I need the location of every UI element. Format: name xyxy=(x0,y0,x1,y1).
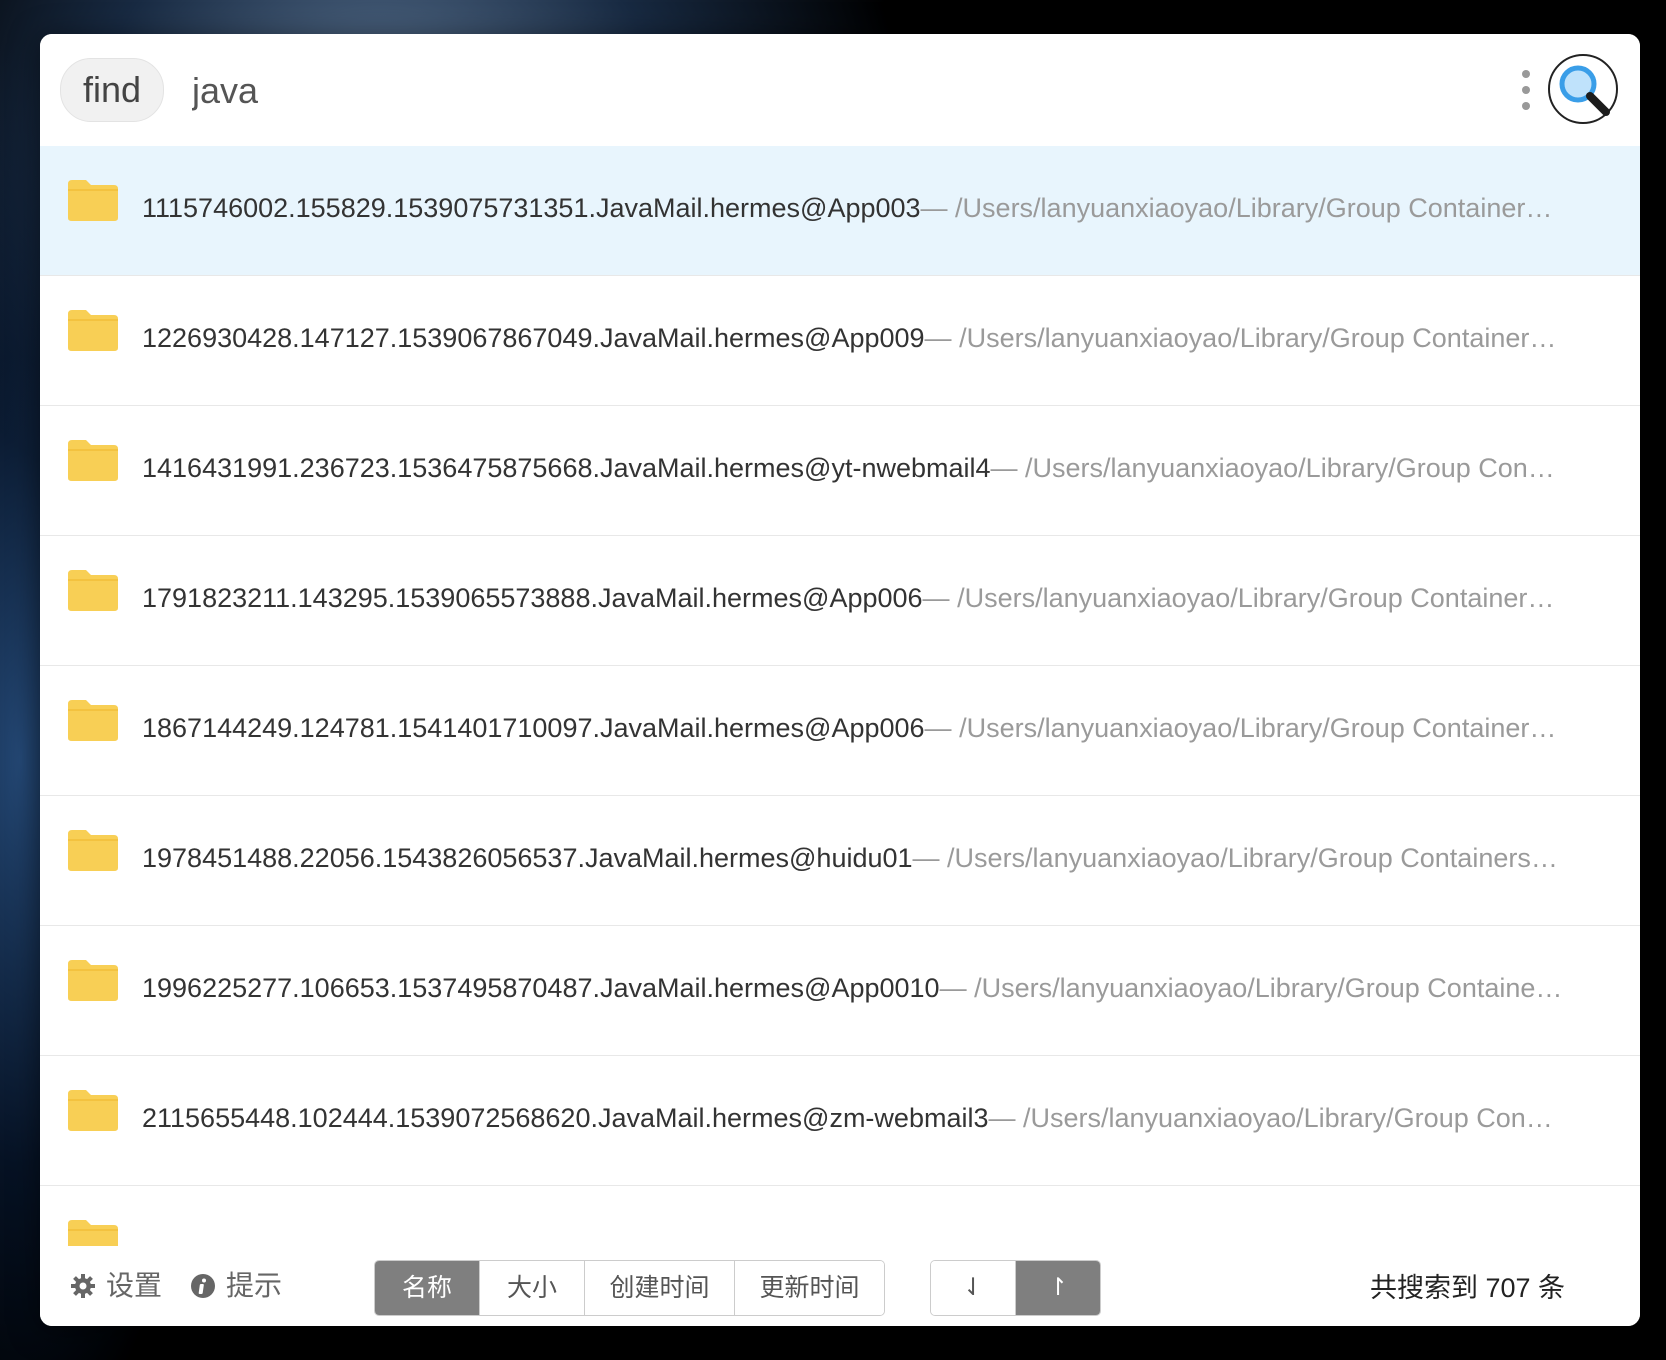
file-separator: — xyxy=(939,973,975,1003)
result-row[interactable]: 1867144249.124781.1541401710097.JavaMail… xyxy=(40,666,1640,796)
search-bar: find xyxy=(40,34,1640,147)
file-path: /Users/lanyuanxiaoyao/Library/Group Cont… xyxy=(959,323,1557,353)
result-row[interactable]: 2115655448.102444.1539072568620.JavaMail… xyxy=(40,1056,1640,1186)
info-icon xyxy=(191,1274,215,1298)
settings-button[interactable]: 设置 xyxy=(70,1266,162,1306)
file-name: 1416431991.236723.1536475875668.JavaMail… xyxy=(142,453,991,483)
file-name: 1791823211.143295.1539065573888.JavaMail… xyxy=(142,583,923,613)
search-input[interactable] xyxy=(190,64,1394,118)
file-path: /Users/lanyuanxiaoyao/Library/Group Con… xyxy=(1025,453,1555,483)
sort-ascending-button[interactable]: ↾ xyxy=(1016,1261,1100,1315)
file-name: 1996225277.106653.1537495870487.JavaMail… xyxy=(142,973,940,1003)
file-name: 1226930428.147127.1539067867049.JavaMail… xyxy=(142,323,925,353)
result-row[interactable]: 1226930428.147127.1539067867049.JavaMail… xyxy=(40,276,1640,406)
result-row[interactable]: 1115746002.155829.1539075731351.JavaMail… xyxy=(40,146,1640,276)
folder-icon xyxy=(68,180,118,221)
tips-label: 提示 xyxy=(226,1270,283,1301)
file-separator: — xyxy=(924,713,960,743)
result-count: 共搜索到 707 条 xyxy=(1370,1273,1566,1303)
find-mode-chip[interactable]: find xyxy=(60,58,165,122)
result-text: 1978451488.22056.1543826056537.JavaMail.… xyxy=(142,838,1640,878)
results-list: 1115746002.155829.1539075731351.JavaMail… xyxy=(40,146,1640,1276)
file-path: /Users/lanyuanxiaoyao/Library/Group Cont… xyxy=(957,583,1555,613)
file-separator: — xyxy=(912,843,948,873)
search-window: find 1115746002.155829.1539075731351.Jav… xyxy=(40,34,1640,1326)
file-name: 1978451488.22056.1543826056537.JavaMail.… xyxy=(142,843,913,873)
search-button[interactable] xyxy=(1548,54,1618,124)
settings-label: 设置 xyxy=(106,1270,163,1301)
folder-icon xyxy=(68,1090,118,1131)
file-separator: — xyxy=(924,323,960,353)
file-name: 1115746002.155829.1539075731351.JavaMail… xyxy=(142,193,921,223)
sort-by-updated-button[interactable]: 更新时间 xyxy=(735,1261,884,1315)
result-text: 2115655448.102444.1539072568620.JavaMail… xyxy=(142,1098,1640,1138)
result-row[interactable]: 1978451488.22056.1543826056537.JavaMail.… xyxy=(40,796,1640,926)
folder-icon xyxy=(68,310,118,351)
result-row[interactable]: 1996225277.106653.1537495870487.JavaMail… xyxy=(40,926,1640,1056)
result-text: 1226930428.147127.1539067867049.JavaMail… xyxy=(142,318,1640,358)
file-separator: — xyxy=(988,1103,1023,1133)
result-text: 1996225277.106653.1537495870487.JavaMail… xyxy=(142,968,1640,1008)
result-row[interactable]: 1416431991.236723.1536475875668.JavaMail… xyxy=(40,406,1640,536)
file-name: 2115655448.102444.1539072568620.JavaMail… xyxy=(142,1103,989,1133)
result-text: 1791823211.143295.1539065573888.JavaMail… xyxy=(142,578,1640,618)
result-text: 1867144249.124781.1541401710097.JavaMail… xyxy=(142,708,1640,748)
gear-icon xyxy=(71,1274,95,1298)
sort-by-size-button[interactable]: 大小 xyxy=(480,1261,585,1315)
folder-icon xyxy=(68,440,118,481)
sort-descending-button[interactable]: ⇃ xyxy=(931,1261,1016,1315)
folder-icon xyxy=(68,570,118,611)
sort-order-selector: ⇃ ↾ xyxy=(930,1260,1101,1316)
file-path: /Users/lanyuanxiaoyao/Library/Group Cont… xyxy=(959,713,1557,743)
result-row[interactable]: 1791823211.143295.1539065573888.JavaMail… xyxy=(40,536,1640,666)
file-path: /Users/lanyuanxiaoyao/Library/Group Cont… xyxy=(974,973,1563,1003)
tips-button[interactable]: 提示 xyxy=(190,1266,282,1306)
sort-by-name-button[interactable]: 名称 xyxy=(375,1261,480,1315)
footer-bar: 设置 提示 名称 大小 创建时间 更新时间 ⇃ ↾ 共搜索到 707 条 xyxy=(40,1246,1640,1326)
file-separator: — xyxy=(922,583,958,613)
file-name: 1867144249.124781.1541401710097.JavaMail… xyxy=(142,713,925,743)
magnifier-icon xyxy=(1559,65,1610,116)
sort-field-selector: 名称 大小 创建时间 更新时间 xyxy=(374,1260,885,1316)
folder-icon xyxy=(68,830,118,871)
more-options-icon[interactable] xyxy=(1520,70,1532,110)
result-text: 1416431991.236723.1536475875668.JavaMail… xyxy=(142,448,1640,488)
file-separator: — xyxy=(920,193,956,223)
file-path: /Users/lanyuanxiaoyao/Library/Group Con… xyxy=(1023,1103,1553,1133)
file-path: /Users/lanyuanxiaoyao/Library/Group Cont… xyxy=(947,843,1558,873)
folder-icon xyxy=(68,960,118,1001)
file-path: /Users/lanyuanxiaoyao/Library/Group Cont… xyxy=(955,193,1553,223)
result-text: 1115746002.155829.1539075731351.JavaMail… xyxy=(142,188,1640,228)
folder-icon xyxy=(68,700,118,741)
file-separator: — xyxy=(990,453,1026,483)
sort-by-created-button[interactable]: 创建时间 xyxy=(585,1261,735,1315)
